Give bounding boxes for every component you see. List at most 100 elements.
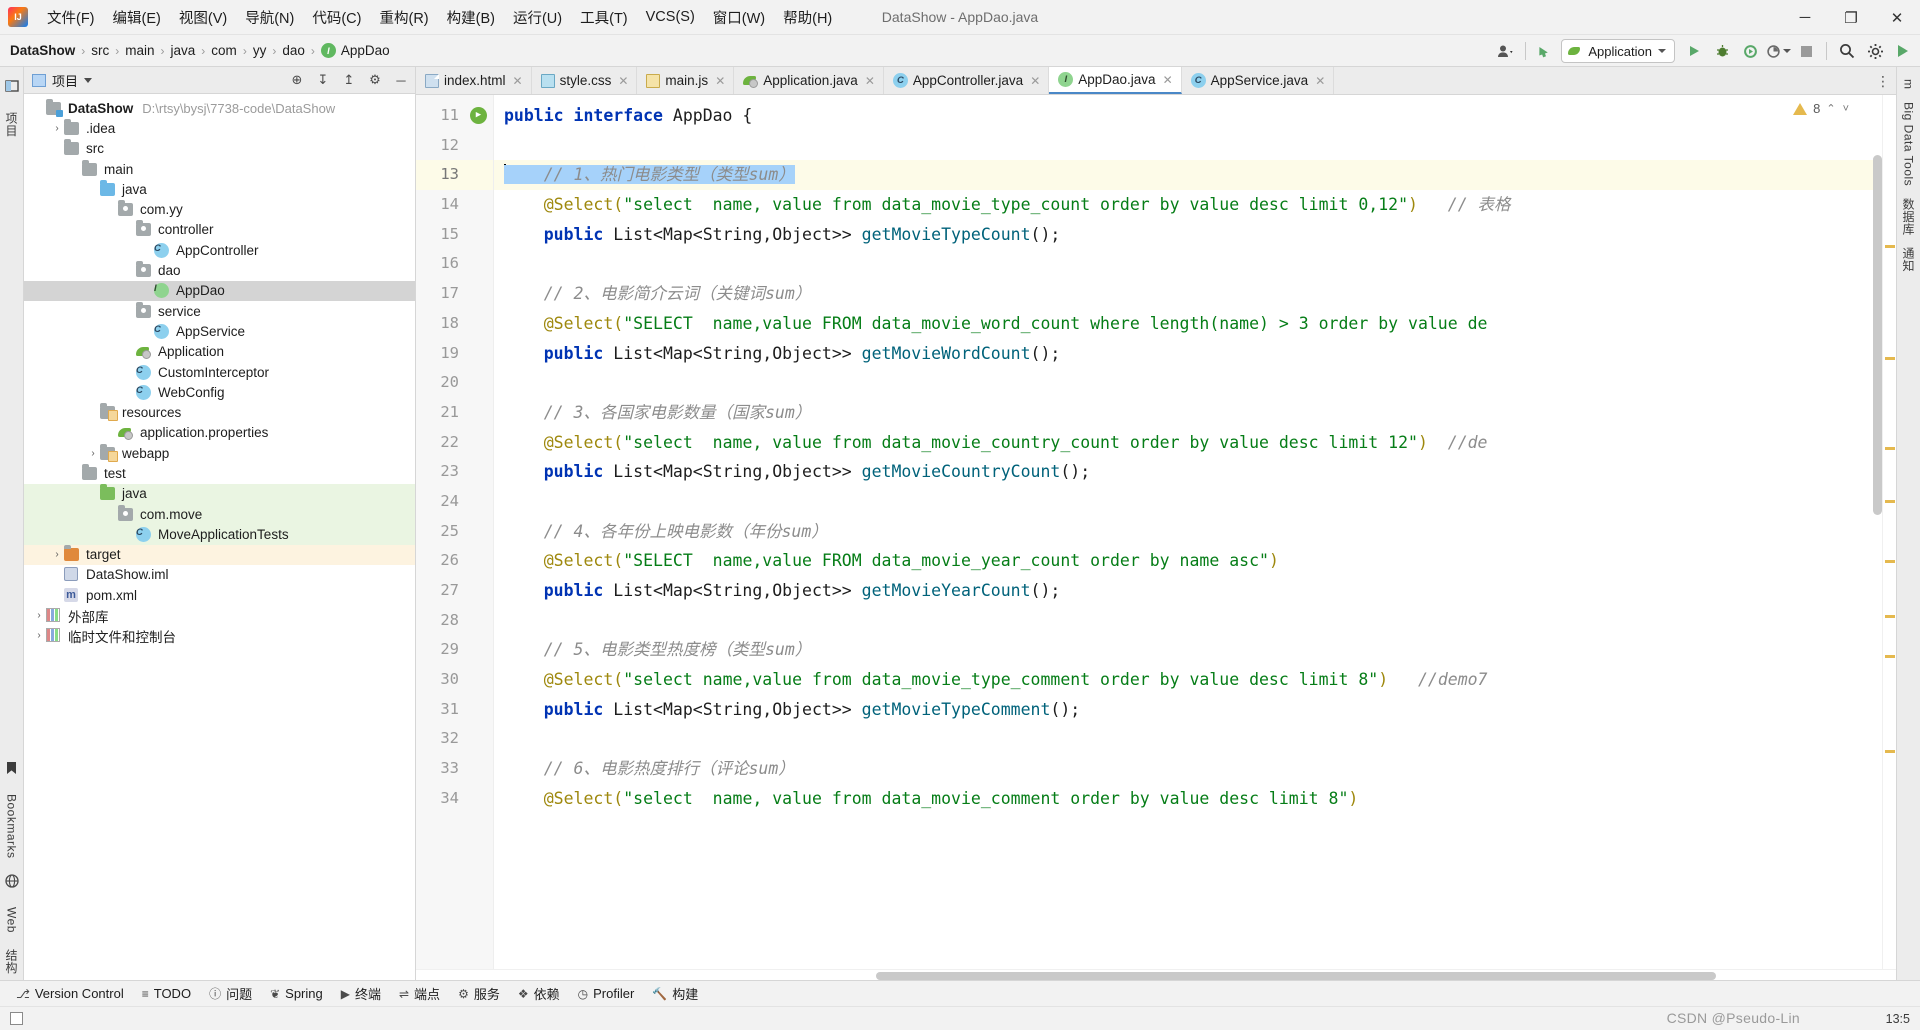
chevron-right-icon[interactable]: › bbox=[50, 123, 64, 134]
bottom-bar---[interactable]: ❖ 依赖 bbox=[510, 982, 568, 1005]
tree-item-com-move[interactable]: ⱟ com.move bbox=[24, 504, 415, 524]
tool-window-maven[interactable]: m bbox=[1899, 73, 1919, 96]
editor-tab-application-java[interactable]: Application.java ✕ bbox=[734, 67, 884, 94]
tree-item-appservice[interactable]: ›CAppService bbox=[24, 321, 415, 341]
menu-item-10[interactable]: 窗口(W) bbox=[704, 3, 774, 32]
tool-window-project-icon[interactable] bbox=[2, 73, 22, 102]
chevron-right-icon[interactable]: › bbox=[32, 630, 46, 641]
breadcrumb-item-dao[interactable]: dao bbox=[282, 43, 305, 58]
run-gutter-icon[interactable]: ▶ bbox=[470, 107, 487, 124]
gutter-line-13[interactable]: 13 bbox=[416, 160, 493, 190]
editor-vertical-scrollbar[interactable] bbox=[1873, 155, 1882, 515]
tree-item-webconfig[interactable]: ›CWebConfig bbox=[24, 382, 415, 402]
tree-item-custominterceptor[interactable]: ›CCustomInterceptor bbox=[24, 362, 415, 382]
maximize-button[interactable]: ❐ bbox=[1828, 0, 1874, 35]
code-line-11[interactable]: public interface AppDao { bbox=[494, 101, 1882, 131]
chevron-down-icon[interactable]: ⱟ bbox=[68, 164, 82, 175]
gutter-line-22[interactable]: 22 bbox=[416, 428, 493, 458]
code-line-27[interactable]: public List<Map<String,Object>> getMovie… bbox=[494, 576, 1882, 606]
bottom-bar-spring[interactable]: ❦ Spring bbox=[262, 984, 331, 1003]
gutter-line-20[interactable]: 20 bbox=[416, 368, 493, 398]
gutter-line-18[interactable]: 18 bbox=[416, 309, 493, 339]
code-line-21[interactable]: // 3、各国家电影数量（国家sum） bbox=[494, 398, 1882, 428]
bottom-bar---[interactable]: ⚙ 服务 bbox=[450, 982, 508, 1005]
bottom-bar-todo[interactable]: ≡ TODO bbox=[134, 984, 199, 1003]
menu-item-11[interactable]: 帮助(H) bbox=[774, 3, 841, 32]
run-button[interactable] bbox=[1681, 38, 1707, 64]
chevron-right-icon[interactable]: › bbox=[86, 448, 100, 459]
profile-button[interactable] bbox=[1765, 38, 1791, 64]
gutter-line-12[interactable]: 12 bbox=[416, 131, 493, 161]
gutter-line-16[interactable]: 16 bbox=[416, 249, 493, 279]
chevron-down-icon[interactable]: ⱟ bbox=[104, 204, 118, 215]
code-line-32[interactable] bbox=[494, 724, 1882, 754]
breadcrumb-item-src[interactable]: src bbox=[91, 43, 109, 58]
gutter-line-26[interactable]: 26 bbox=[416, 546, 493, 576]
gutter-line-11[interactable]: 11 ▶ bbox=[416, 101, 493, 131]
hide-panel-icon[interactable]: ─ bbox=[391, 70, 411, 90]
close-tab-icon[interactable]: ✕ bbox=[1030, 74, 1040, 88]
code-line-31[interactable]: public List<Map<String,Object>> getMovie… bbox=[494, 695, 1882, 725]
chevron-down-icon[interactable]: ⱟ bbox=[86, 488, 100, 499]
minimize-button[interactable]: ─ bbox=[1782, 0, 1828, 35]
editor-code[interactable]: public interface AppDao { // 1、热门电影类型（类型… bbox=[494, 95, 1882, 969]
code-line-25[interactable]: // 4、各年份上映电影数（年份sum） bbox=[494, 517, 1882, 547]
tab-overflow-menu-icon[interactable]: ⋮ bbox=[1876, 67, 1890, 95]
code-line-29[interactable]: // 5、电影类型热度榜（类型sum） bbox=[494, 635, 1882, 665]
collapse-all-icon[interactable]: ↥ bbox=[339, 70, 359, 90]
tree-item-pom-xml[interactable]: ›pom.xml bbox=[24, 585, 415, 605]
tree-item-target[interactable]: › target bbox=[24, 545, 415, 565]
code-line-28[interactable] bbox=[494, 606, 1882, 636]
editor-gutter[interactable]: 11 ▶ 12 13 14 15 16 17 18 19 20 21 22 23 24 25 26 27 28 29 3… bbox=[416, 95, 494, 969]
menu-item-9[interactable]: VCS(S) bbox=[637, 5, 704, 29]
tree-item-test[interactable]: ⱟ test bbox=[24, 463, 415, 483]
chevron-down-icon[interactable]: ⱟ bbox=[50, 143, 64, 154]
close-tab-icon[interactable]: ✕ bbox=[865, 74, 875, 88]
gutter-line-15[interactable]: 15 bbox=[416, 220, 493, 250]
tree-item-application[interactable]: ›Application bbox=[24, 342, 415, 362]
code-line-23[interactable]: public List<Map<String,Object>> getMovie… bbox=[494, 457, 1882, 487]
menu-item-5[interactable]: 重构(R) bbox=[370, 3, 437, 32]
gutter-line-25[interactable]: 25 bbox=[416, 517, 493, 547]
gutter-line-30[interactable]: 30 bbox=[416, 665, 493, 695]
menu-item-1[interactable]: 编辑(E) bbox=[104, 3, 170, 32]
code-line-18[interactable]: @Select("SELECT name,value FROM data_mov… bbox=[494, 309, 1882, 339]
gutter-line-27[interactable]: 27 bbox=[416, 576, 493, 606]
chevron-down-icon[interactable]: ⱟ bbox=[104, 509, 118, 520]
bottom-bar-profiler[interactable]: ◷ Profiler bbox=[570, 984, 643, 1003]
tree-item-appcontroller[interactable]: ›CAppController bbox=[24, 240, 415, 260]
chevron-down-icon[interactable]: ⱟ bbox=[86, 184, 100, 195]
close-tab-icon[interactable]: ✕ bbox=[618, 74, 628, 88]
breadcrumb-item-datashow[interactable]: DataShow bbox=[10, 43, 75, 58]
editor-marker-strip[interactable] bbox=[1882, 95, 1896, 969]
extra-toolbar-icon[interactable] bbox=[1890, 38, 1916, 64]
tree-item-java[interactable]: ⱟ java bbox=[24, 484, 415, 504]
breadcrumb-item-yy[interactable]: yy bbox=[253, 43, 267, 58]
user-avatar-icon[interactable] bbox=[1492, 38, 1518, 64]
editor-tab-appdao-java[interactable]: I AppDao.java ✕ bbox=[1049, 67, 1181, 94]
project-tree[interactable]: ⱟ DataShow D:\rtsy\bysj\7738-code\DataShow… bbox=[24, 94, 415, 980]
code-line-20[interactable] bbox=[494, 368, 1882, 398]
editor-tab-style-css[interactable]: style.css ✕ bbox=[532, 67, 638, 94]
tree-item-appdao[interactable]: ›IAppDao bbox=[24, 281, 415, 301]
chevron-down-icon[interactable] bbox=[84, 78, 92, 83]
gutter-line-17[interactable]: 17 bbox=[416, 279, 493, 309]
gutter-line-21[interactable]: 21 bbox=[416, 398, 493, 428]
tree-item-moveapplicationtests[interactable]: ›CMoveApplicationTests bbox=[24, 524, 415, 544]
tree-item-resources[interactable]: ⱟ resources bbox=[24, 402, 415, 422]
code-line-15[interactable]: public List<Map<String,Object>> getMovie… bbox=[494, 220, 1882, 250]
debug-button[interactable] bbox=[1709, 38, 1735, 64]
tree-item----[interactable]: › 外部库 bbox=[24, 605, 415, 625]
code-line-17[interactable]: // 2、电影简介云词（关键词sum） bbox=[494, 279, 1882, 309]
code-line-30[interactable]: @Select("select name,value from data_mov… bbox=[494, 665, 1882, 695]
tree-item-controller[interactable]: ⱟ controller bbox=[24, 220, 415, 240]
editor-horizontal-scrollbar[interactable] bbox=[876, 972, 1716, 980]
breadcrumb-item-com[interactable]: com bbox=[211, 43, 237, 58]
tool-window-database[interactable]: 数据库 bbox=[1897, 192, 1920, 242]
chevron-down-icon[interactable]: ⱟ bbox=[32, 103, 46, 114]
bottom-bar---[interactable]: ⓘ 问题 bbox=[201, 982, 260, 1005]
tree-item-dao[interactable]: ⱟ dao bbox=[24, 260, 415, 280]
tree-item-webapp[interactable]: › webapp bbox=[24, 443, 415, 463]
breadcrumb-item-appdao[interactable]: I AppDao bbox=[321, 43, 390, 58]
tree-item--idea[interactable]: › .idea bbox=[24, 118, 415, 138]
